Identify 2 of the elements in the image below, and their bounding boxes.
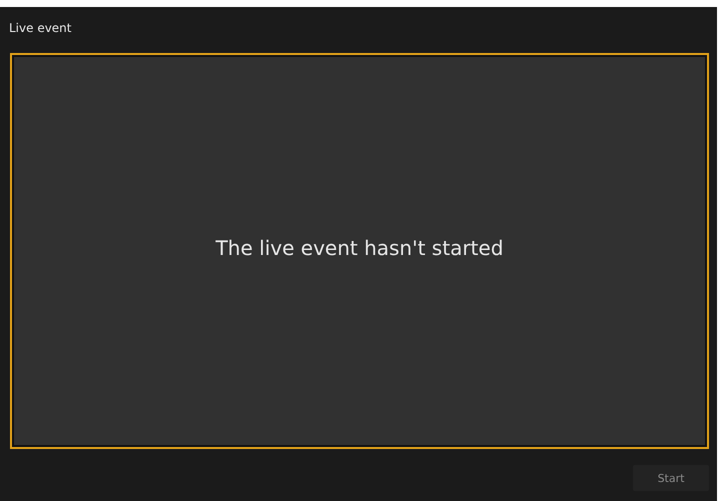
status-message: The live event hasn't started — [216, 236, 504, 262]
window-title: Live event — [9, 20, 72, 37]
